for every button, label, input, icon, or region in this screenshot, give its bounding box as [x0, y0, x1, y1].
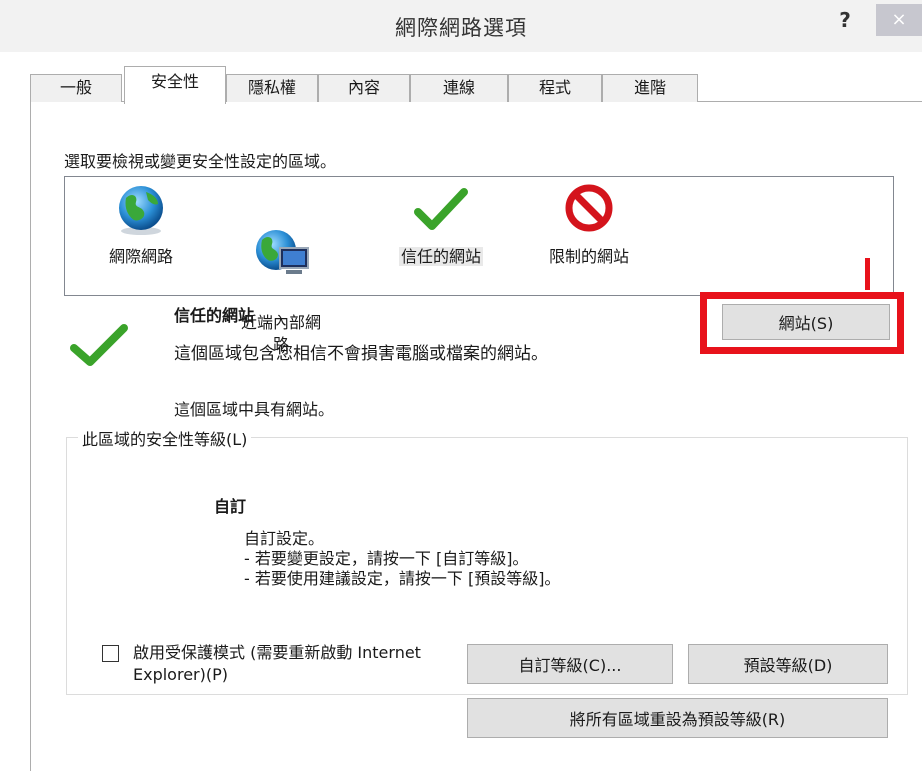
tab-security[interactable]: 安全性 [124, 66, 226, 104]
zone-internet[interactable]: 網際網路 [86, 184, 196, 268]
default-level-button[interactable]: 預設等級(D) [688, 644, 888, 684]
restricted-icon [524, 184, 654, 242]
security-level-description: 自訂設定。 - 若要變更設定，請按一下 [自訂等級]。 - 若要使用建議設定，請… [244, 529, 561, 588]
tab-connections[interactable]: 連線 [410, 74, 508, 102]
reset-all-zones-button[interactable]: 將所有區域重設為預設等級(R) [467, 698, 888, 738]
zone-local-intranet[interactable]: 近端內部網 路 [214, 184, 348, 356]
security-level-name: 自訂 [214, 497, 247, 516]
security-level-group-label: 此區域的安全性等級(L) [78, 426, 252, 450]
tab-advanced[interactable]: 進階 [602, 74, 698, 102]
custom-level-button[interactable]: 自訂等級(C)... [467, 644, 673, 684]
globe-icon [86, 184, 196, 242]
tab-content[interactable]: 內容 [318, 74, 410, 102]
zone-label: 限制的網站 [548, 247, 629, 266]
protected-mode-checkbox[interactable] [102, 645, 119, 662]
window-title: 網際網路選項 [395, 16, 527, 40]
sites-button[interactable]: 網站(S) [722, 304, 890, 340]
zone-label: 信任的網站 [398, 247, 483, 266]
zone-prompt: 選取要檢視或變更安全性設定的區域。 [64, 152, 337, 171]
protected-mode-label: 啟用受保護模式 (需要重新啟動 Internet Explorer)(P) [133, 643, 421, 684]
help-button[interactable]: ? [830, 6, 860, 34]
tab-general[interactable]: 一般 [30, 74, 122, 102]
trusted-sites-icon [68, 322, 130, 373]
close-button[interactable]: × [876, 4, 922, 36]
zone-restricted-sites[interactable]: 限制的網站 [524, 184, 654, 268]
tab-programs[interactable]: 程式 [508, 74, 602, 102]
selected-zone-description: 這個區域包含您相信不會損害電腦或檔案的網站。 [174, 344, 548, 364]
checkmark-icon [376, 184, 506, 242]
selected-zone-name: 信任的網站 [174, 306, 255, 325]
zone-label: 網際網路 [108, 247, 173, 266]
tab-privacy[interactable]: 隱私權 [226, 74, 318, 102]
intranet-icon [214, 206, 348, 286]
selected-zone-note: 這個區域中具有網站。 [174, 400, 335, 419]
highlight-marker [865, 258, 870, 290]
zone-trusted-sites[interactable]: 信任的網站 [376, 184, 506, 268]
